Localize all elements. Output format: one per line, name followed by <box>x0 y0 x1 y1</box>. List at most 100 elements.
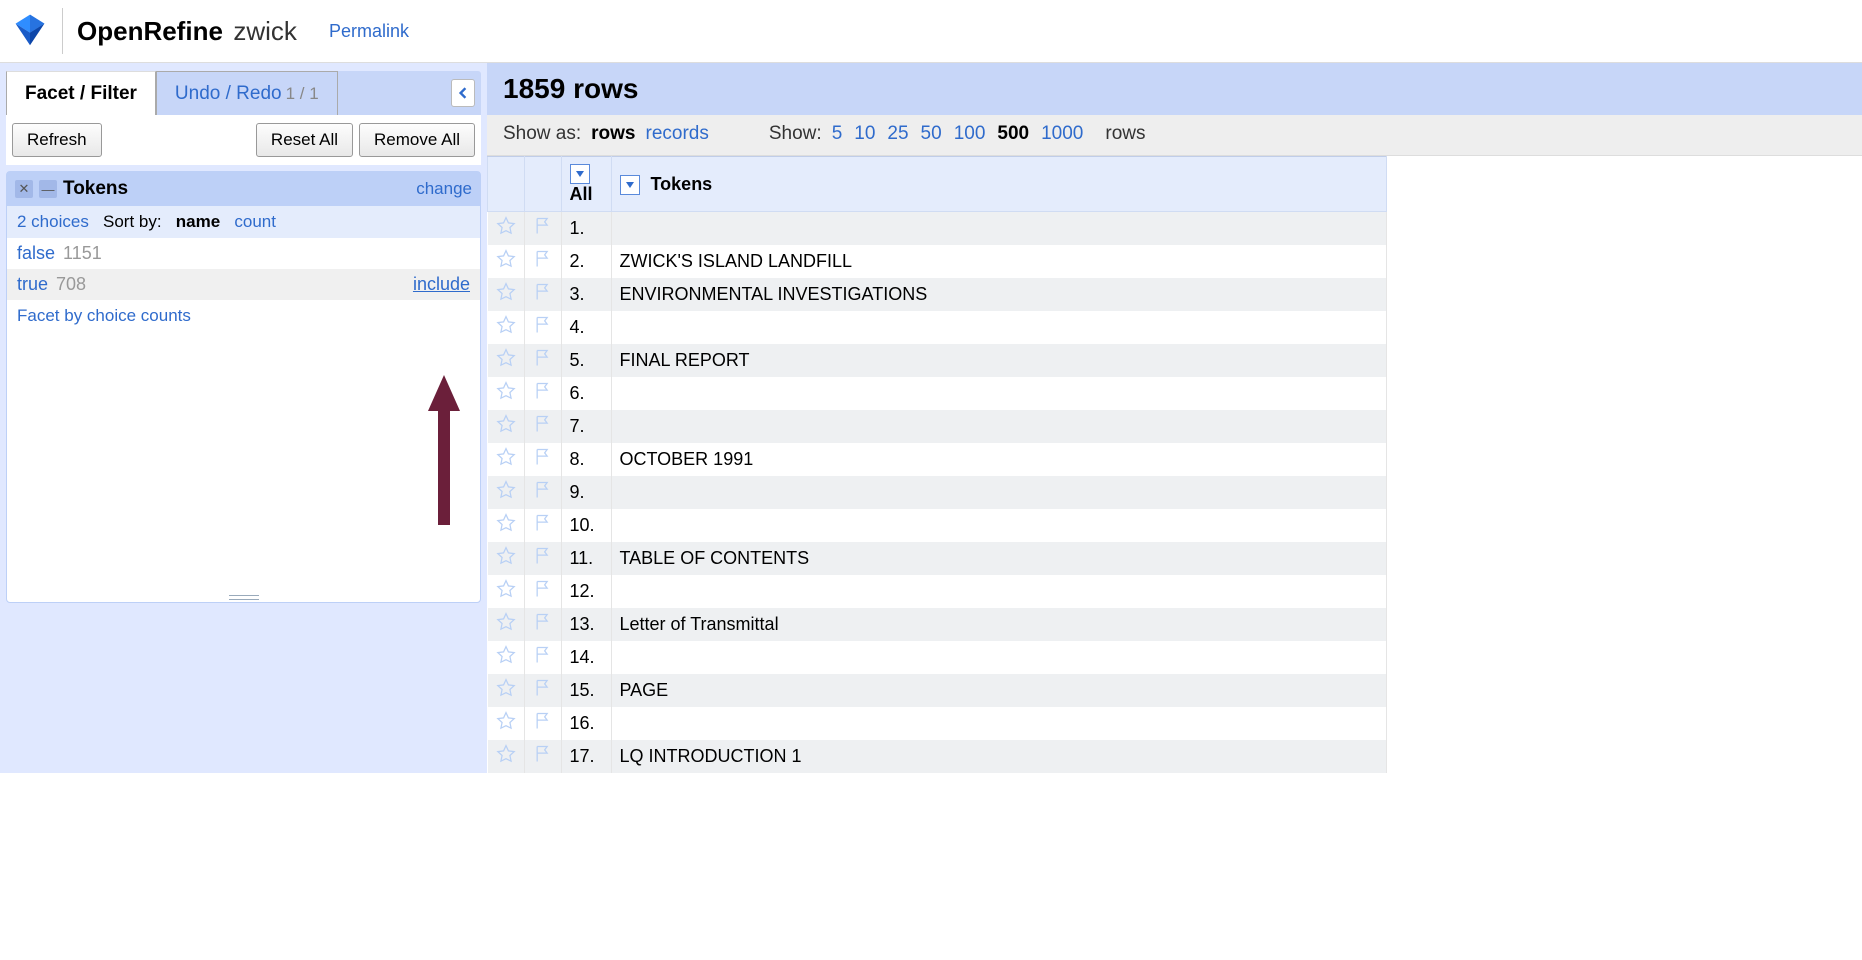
flag-icon <box>533 484 553 504</box>
flag-toggle[interactable] <box>524 410 561 443</box>
flag-toggle[interactable] <box>524 575 561 608</box>
facet-choice[interactable]: false1151 <box>7 238 480 269</box>
row-index: 2. <box>561 245 611 278</box>
flag-toggle[interactable] <box>524 608 561 641</box>
star-toggle[interactable] <box>488 542 525 575</box>
cell-tokens[interactable] <box>611 410 1387 443</box>
flag-icon <box>533 418 553 438</box>
star-toggle[interactable] <box>488 707 525 740</box>
chevron-left-icon <box>457 87 469 99</box>
star-toggle[interactable] <box>488 410 525 443</box>
star-toggle[interactable] <box>488 344 525 377</box>
star-toggle[interactable] <box>488 740 525 773</box>
facet-choices-count[interactable]: 2 choices <box>17 212 89 231</box>
star-icon <box>496 484 516 504</box>
star-toggle[interactable] <box>488 278 525 311</box>
flag-toggle[interactable] <box>524 542 561 575</box>
reset-all-button[interactable]: Reset All <box>256 123 353 157</box>
row-index: 9. <box>561 476 611 509</box>
flag-toggle[interactable] <box>524 641 561 674</box>
cell-tokens[interactable]: Letter of Transmittal <box>611 608 1387 641</box>
facet-change-link[interactable]: change <box>416 179 472 199</box>
flag-toggle[interactable] <box>524 674 561 707</box>
collapse-left-panel-button[interactable] <box>451 79 475 107</box>
facet-choice-value[interactable]: true <box>17 274 48 295</box>
sort-by-count[interactable]: count <box>234 212 276 231</box>
tab-facet-filter[interactable]: Facet / Filter <box>6 71 156 115</box>
star-toggle[interactable] <box>488 311 525 344</box>
star-toggle[interactable] <box>488 443 525 476</box>
row-index: 16. <box>561 707 611 740</box>
column-menu-all[interactable] <box>570 164 590 184</box>
page-size-option[interactable]: 10 <box>854 123 875 144</box>
sort-by-name[interactable]: name <box>176 212 220 231</box>
facet-subheader: 2 choices Sort by: name count <box>7 206 480 238</box>
star-toggle[interactable] <box>488 608 525 641</box>
app-header: OpenRefine zwick Permalink <box>0 0 1862 63</box>
header-divider <box>62 8 63 54</box>
page-size-option[interactable]: 5 <box>832 123 843 144</box>
star-toggle[interactable] <box>488 245 525 278</box>
star-toggle[interactable] <box>488 641 525 674</box>
facet-resize-grip[interactable] <box>7 592 480 602</box>
page-size-option[interactable]: 1000 <box>1041 123 1083 144</box>
row-index: 4. <box>561 311 611 344</box>
flag-toggle[interactable] <box>524 344 561 377</box>
cell-tokens[interactable] <box>611 311 1387 344</box>
facet-include-link[interactable]: include <box>413 274 470 295</box>
show-as-records[interactable]: records <box>646 123 709 145</box>
page-size-option[interactable]: 50 <box>921 123 942 144</box>
remove-all-button[interactable]: Remove All <box>359 123 475 157</box>
cell-tokens[interactable] <box>611 641 1387 674</box>
cell-tokens[interactable]: ENVIRONMENTAL INVESTIGATIONS <box>611 278 1387 311</box>
flag-toggle[interactable] <box>524 443 561 476</box>
star-icon <box>496 451 516 471</box>
page-size-suffix: rows <box>1105 123 1145 145</box>
facet-choice[interactable]: true708include <box>7 269 480 300</box>
flag-toggle[interactable] <box>524 476 561 509</box>
page-size-option[interactable]: 100 <box>954 123 986 144</box>
cell-tokens[interactable] <box>611 707 1387 740</box>
permalink-link[interactable]: Permalink <box>329 21 409 42</box>
cell-tokens[interactable]: PAGE <box>611 674 1387 707</box>
refresh-button[interactable]: Refresh <box>12 123 102 157</box>
facet-close-button[interactable]: ✕ <box>15 180 33 198</box>
flag-toggle[interactable] <box>524 311 561 344</box>
star-toggle[interactable] <box>488 575 525 608</box>
flag-toggle[interactable] <box>524 509 561 542</box>
star-toggle[interactable] <box>488 377 525 410</box>
show-as-rows[interactable]: rows <box>591 123 635 145</box>
page-size-option[interactable]: 500 <box>997 123 1029 144</box>
cell-tokens[interactable] <box>611 377 1387 410</box>
row-index: 5. <box>561 344 611 377</box>
facet-by-choice-counts-link[interactable]: Facet by choice counts <box>7 300 480 332</box>
cell-tokens[interactable]: TABLE OF CONTENTS <box>611 542 1387 575</box>
flag-toggle[interactable] <box>524 740 561 773</box>
cell-tokens[interactable]: LQ INTRODUCTION 1 <box>611 740 1387 773</box>
cell-tokens[interactable] <box>611 575 1387 608</box>
cell-tokens[interactable] <box>611 476 1387 509</box>
cell-tokens[interactable] <box>611 509 1387 542</box>
cell-tokens[interactable]: ZWICK'S ISLAND LANDFILL <box>611 245 1387 278</box>
page-size-option[interactable]: 25 <box>887 123 908 144</box>
flag-toggle[interactable] <box>524 212 561 246</box>
tab-undo-redo[interactable]: Undo / Redo 1 / 1 <box>156 71 338 115</box>
flag-toggle[interactable] <box>524 245 561 278</box>
facet-choice-value[interactable]: false <box>17 243 55 264</box>
flag-toggle[interactable] <box>524 707 561 740</box>
table-row: 17.LQ INTRODUCTION 1 <box>488 740 1387 773</box>
star-toggle[interactable] <box>488 476 525 509</box>
flag-toggle[interactable] <box>524 377 561 410</box>
row-index: 12. <box>561 575 611 608</box>
cell-tokens[interactable]: OCTOBER 1991 <box>611 443 1387 476</box>
facet-minimize-button[interactable]: — <box>39 180 57 198</box>
star-toggle[interactable] <box>488 509 525 542</box>
flag-toggle[interactable] <box>524 278 561 311</box>
star-toggle[interactable] <box>488 212 525 246</box>
cell-tokens[interactable] <box>611 212 1387 246</box>
row-index: 13. <box>561 608 611 641</box>
star-toggle[interactable] <box>488 674 525 707</box>
column-menu-tokens[interactable] <box>620 175 640 195</box>
cell-tokens[interactable]: FINAL REPORT <box>611 344 1387 377</box>
flag-icon <box>533 352 553 372</box>
